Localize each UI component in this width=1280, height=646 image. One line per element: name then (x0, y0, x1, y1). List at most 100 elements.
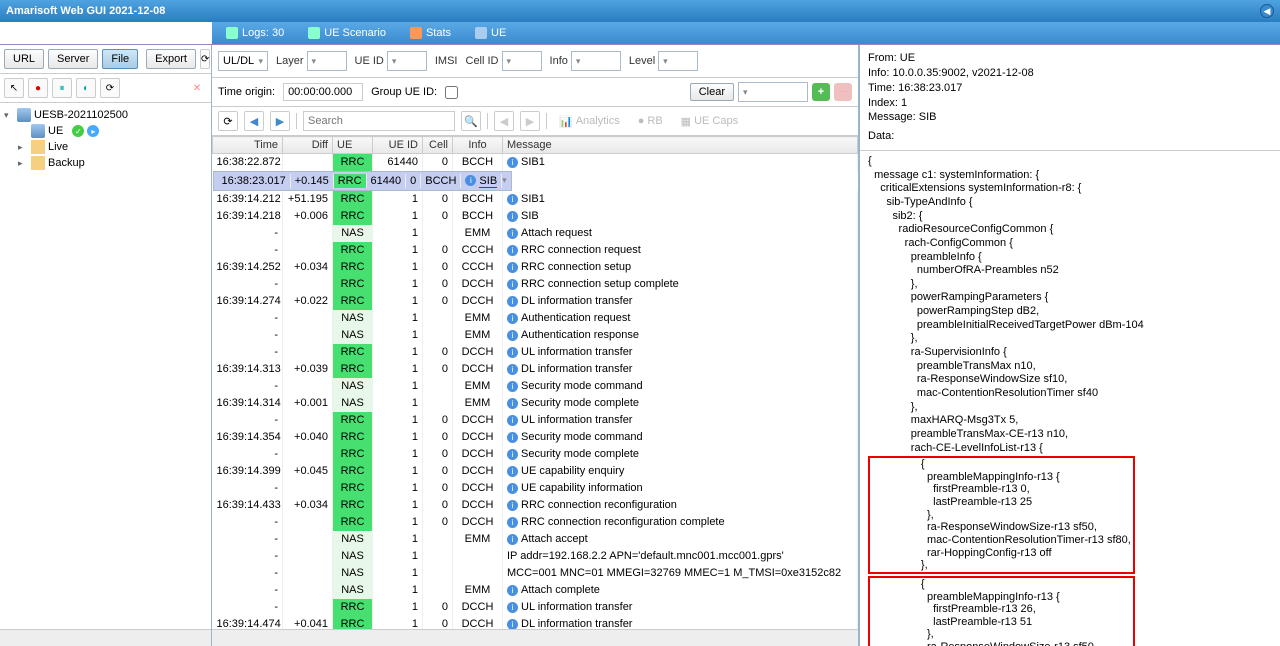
table-row[interactable]: 16:39:14.399+0.045RRC10DCCHiUE capabilit… (213, 463, 858, 480)
tree-ue[interactable]: UE ✓▸ (4, 123, 207, 139)
table-row[interactable]: 16:39:14.313+0.039RRC10DCCHiDL informati… (213, 361, 858, 378)
table-row[interactable]: 16:39:14.314+0.001NAS1EMMiSecurity mode … (213, 395, 858, 412)
time-origin-value[interactable]: 00:00:00.000 (283, 83, 363, 101)
table-row[interactable]: 16:39:14.274+0.022RRC10DCCHiDL informati… (213, 293, 858, 310)
server-button[interactable]: Server (48, 49, 98, 69)
cell-cell: 0 (423, 293, 453, 310)
step-icon[interactable]: ◐ (76, 78, 96, 98)
cursor-icon[interactable]: ↖ (4, 78, 24, 98)
cellid-select[interactable] (502, 51, 542, 71)
refresh-icon[interactable]: ⟳ (200, 49, 210, 69)
col-ueid[interactable]: UE ID (373, 137, 423, 154)
cell-info: DCCH (453, 361, 503, 378)
table-row[interactable]: 16:39:14.212+51.195RRC10BCCHiSIB1 (213, 191, 858, 208)
cell-ueid: 1 (373, 208, 423, 225)
app-title: Amarisoft Web GUI 2021-12-08 (6, 5, 1260, 17)
next-icon[interactable]: ▶ (270, 111, 290, 131)
search-go-icon[interactable]: 🔍 (461, 111, 481, 131)
info-select[interactable] (571, 51, 621, 71)
collapse-icon[interactable]: ◀ (1260, 4, 1274, 18)
close-icon[interactable]: ✕ (187, 78, 207, 98)
cell-diff (283, 310, 333, 327)
level-select[interactable] (658, 51, 698, 71)
table-row[interactable]: 16:38:23.017+0.145RRC614400BCCHiSIB (213, 171, 512, 191)
table-row[interactable]: -RRC10DCCHiUL information transfer (213, 599, 858, 616)
table-row[interactable]: -NAS1EMMiAuthentication request (213, 310, 858, 327)
layer-select[interactable] (307, 51, 347, 71)
detail-data[interactable]: { message c1: systemInformation: { criti… (860, 151, 1280, 646)
table-row[interactable]: 16:39:14.354+0.040RRC10DCCHiSecurity mod… (213, 429, 858, 446)
export-button[interactable]: Export (146, 49, 196, 69)
add-icon[interactable]: + (812, 83, 830, 101)
ueid-select[interactable] (387, 51, 427, 71)
tab-stats[interactable]: Stats (402, 24, 459, 42)
url-button[interactable]: URL (4, 49, 44, 69)
tree-live[interactable]: ▸Live (4, 139, 207, 155)
table-row[interactable]: -RRC10DCCHiUL information transfer (213, 344, 858, 361)
rb-button[interactable]: ●RB (632, 113, 669, 129)
uldl-select[interactable]: UL/DL (218, 51, 268, 71)
cell-message: iUE capability information (503, 480, 858, 497)
cell-diff: +0.034 (283, 259, 333, 276)
table-row[interactable]: -NAS1EMMiAttach request (213, 225, 858, 242)
table-row[interactable]: -NAS1IP addr=192.168.2.2 APN='default.mn… (213, 548, 858, 565)
preset-select[interactable] (738, 82, 808, 102)
prev-icon[interactable]: ◀ (244, 111, 264, 131)
remove-icon[interactable]: − (834, 83, 852, 101)
group-ueid-checkbox[interactable] (445, 86, 458, 99)
table-row[interactable]: -RRC10DCCHiSecurity mode complete (213, 446, 858, 463)
info-icon: i (507, 347, 518, 358)
analytics-button[interactable]: 📊Analytics (553, 113, 626, 130)
clear-button[interactable]: Clear (690, 83, 734, 101)
table-row[interactable]: -RRC10DCCHiUL information transfer (213, 412, 858, 429)
h-scrollbar[interactable] (212, 629, 858, 646)
table-row[interactable]: 16:39:14.433+0.034RRC10DCCHiRRC connecti… (213, 497, 858, 514)
record-icon[interactable]: ● (28, 78, 48, 98)
col-message[interactable]: Message (503, 137, 858, 154)
cell-ue: RRC (333, 259, 373, 276)
highlight-box-2: { preambleMappingInfo-r13 { firstPreambl… (868, 576, 1135, 646)
tree-root[interactable]: ▾UESB-2021102500 (4, 107, 207, 123)
tab-scenario[interactable]: UE Scenario (300, 24, 394, 42)
table-row[interactable]: -RRC10DCCHiUE capability information (213, 480, 858, 497)
table-row[interactable]: -NAS1MCC=001 MNC=01 MMEGI=32769 MMEC=1 M… (213, 565, 858, 582)
reload-icon[interactable]: ⟳ (100, 78, 120, 98)
table-row[interactable]: -NAS1EMMiSecurity mode command (213, 378, 858, 395)
table-row[interactable]: 16:39:14.218+0.006RRC10BCCHiSIB (213, 208, 858, 225)
table-row[interactable]: -RRC10DCCHiRRC connection reconfiguratio… (213, 514, 858, 531)
table-row[interactable]: -RRC10DCCHiRRC connection setup complete (213, 276, 858, 293)
table-row[interactable]: 16:39:14.252+0.034RRC10CCCHiRRC connecti… (213, 259, 858, 276)
table-row[interactable]: 16:39:14.474+0.041RRC10DCCHiDL informati… (213, 616, 858, 630)
table-row[interactable]: -NAS1EMMiAuthentication response (213, 327, 858, 344)
search-prev-icon[interactable]: ◀ (494, 111, 514, 131)
search-input[interactable] (303, 111, 455, 131)
table-row[interactable]: 16:38:22.872RRC614400BCCHiSIB1 (213, 154, 858, 171)
col-info[interactable]: Info (453, 137, 503, 154)
h-scrollbar[interactable] (0, 629, 211, 646)
search-next-icon[interactable]: ▶ (520, 111, 540, 131)
cell-cell: 0 (423, 480, 453, 497)
cell-message: iUL information transfer (503, 599, 858, 616)
cell-ueid: 1 (373, 565, 423, 582)
table-row[interactable]: -NAS1EMMiAttach complete (213, 582, 858, 599)
table-row[interactable]: -NAS1EMMiAttach accept (213, 531, 858, 548)
tab-logs[interactable]: Logs: 30 (218, 24, 292, 42)
col-time[interactable]: Time (213, 137, 283, 154)
play-icon[interactable]: ▸ (87, 125, 99, 137)
tab-ue[interactable]: UE (467, 24, 514, 42)
table-row[interactable]: -RRC10CCCHiRRC connection request (213, 242, 858, 259)
refresh-nav-icon[interactable]: ⟳ (218, 111, 238, 131)
index-label: Index: (868, 97, 898, 109)
cell-cell: 0 (423, 242, 453, 259)
cell-ueid: 1 (373, 259, 423, 276)
col-ue[interactable]: UE (333, 137, 373, 154)
cell-cell: 0 (423, 361, 453, 378)
uecaps-button[interactable]: ▦UE Caps (675, 113, 744, 130)
pause-icon[interactable]: ⏸ (52, 78, 72, 98)
col-diff[interactable]: Diff (283, 137, 333, 154)
col-cell[interactable]: Cell (423, 137, 453, 154)
tree-backup[interactable]: ▸Backup (4, 155, 207, 171)
file-button[interactable]: File (102, 49, 138, 69)
server-icon (17, 108, 31, 122)
info-icon: i (465, 175, 476, 186)
